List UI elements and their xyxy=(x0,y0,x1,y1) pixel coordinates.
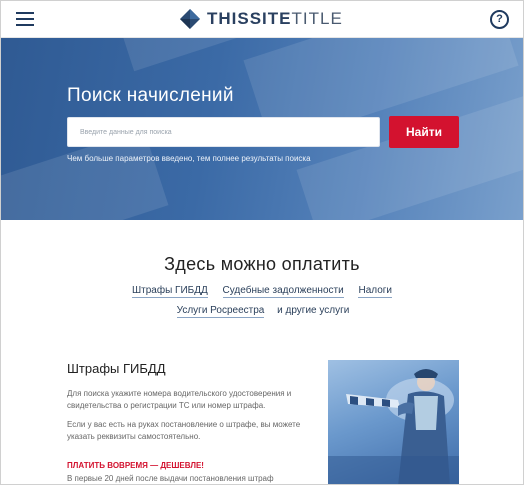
logo-light-text: TITLE xyxy=(291,9,343,28)
site-logo[interactable]: THISSITETITLE xyxy=(179,7,343,31)
link-taxes[interactable]: Налоги xyxy=(358,285,392,298)
link-court-debts[interactable]: Судебные задолженности xyxy=(222,285,344,298)
page-frame: THISSITETITLE ? Поиск начислений Найти Ч… xyxy=(0,0,524,485)
payments-title: Здесь можно оплатить xyxy=(164,254,360,274)
hero-title: Поиск начислений xyxy=(67,85,234,106)
payment-links-row: Штрафы ГИБДД Судебные задолженности Нало… xyxy=(1,285,523,298)
site-title: THISSITETITLE xyxy=(207,9,343,29)
search-hint: Чем больше параметров введено, тем полне… xyxy=(67,154,311,163)
site-header: THISSITETITLE ? xyxy=(1,1,523,38)
search-button[interactable]: Найти xyxy=(389,116,459,148)
pay-on-time-warning: ПЛАТИТЬ ВОВРЕМЯ — ДЕШЕВЛЕ! xyxy=(67,461,204,470)
traffic-police-illustration xyxy=(328,369,459,484)
hamburger-menu-icon[interactable] xyxy=(16,12,34,26)
question-circle-icon[interactable]: ? xyxy=(490,10,509,29)
other-services-text: и другие услуги xyxy=(277,305,350,316)
fines-paragraph: Если у вас есть на руках постановление о… xyxy=(67,420,301,441)
link-rosreestr[interactable]: Услуги Росреестра xyxy=(176,305,265,318)
fines-paragraph: В первые 20 дней после выдачи постановле… xyxy=(67,474,274,483)
fines-paragraph: Для поиска укажите номера водительского … xyxy=(67,389,292,410)
search-input[interactable] xyxy=(67,117,380,147)
link-gibdd-fines[interactable]: Штрафы ГИБДД xyxy=(131,285,208,298)
search-hero: Поиск начислений Найти Чем больше параме… xyxy=(1,38,523,220)
traffic-police-photo xyxy=(328,360,459,484)
diamond-logo-icon xyxy=(180,9,200,29)
logo-bold-text: THISSITE xyxy=(207,9,292,28)
fines-section-title: Штрафы ГИБДД xyxy=(67,361,166,376)
payment-links-row: Услуги Росреестра и другие услуги xyxy=(1,305,523,318)
